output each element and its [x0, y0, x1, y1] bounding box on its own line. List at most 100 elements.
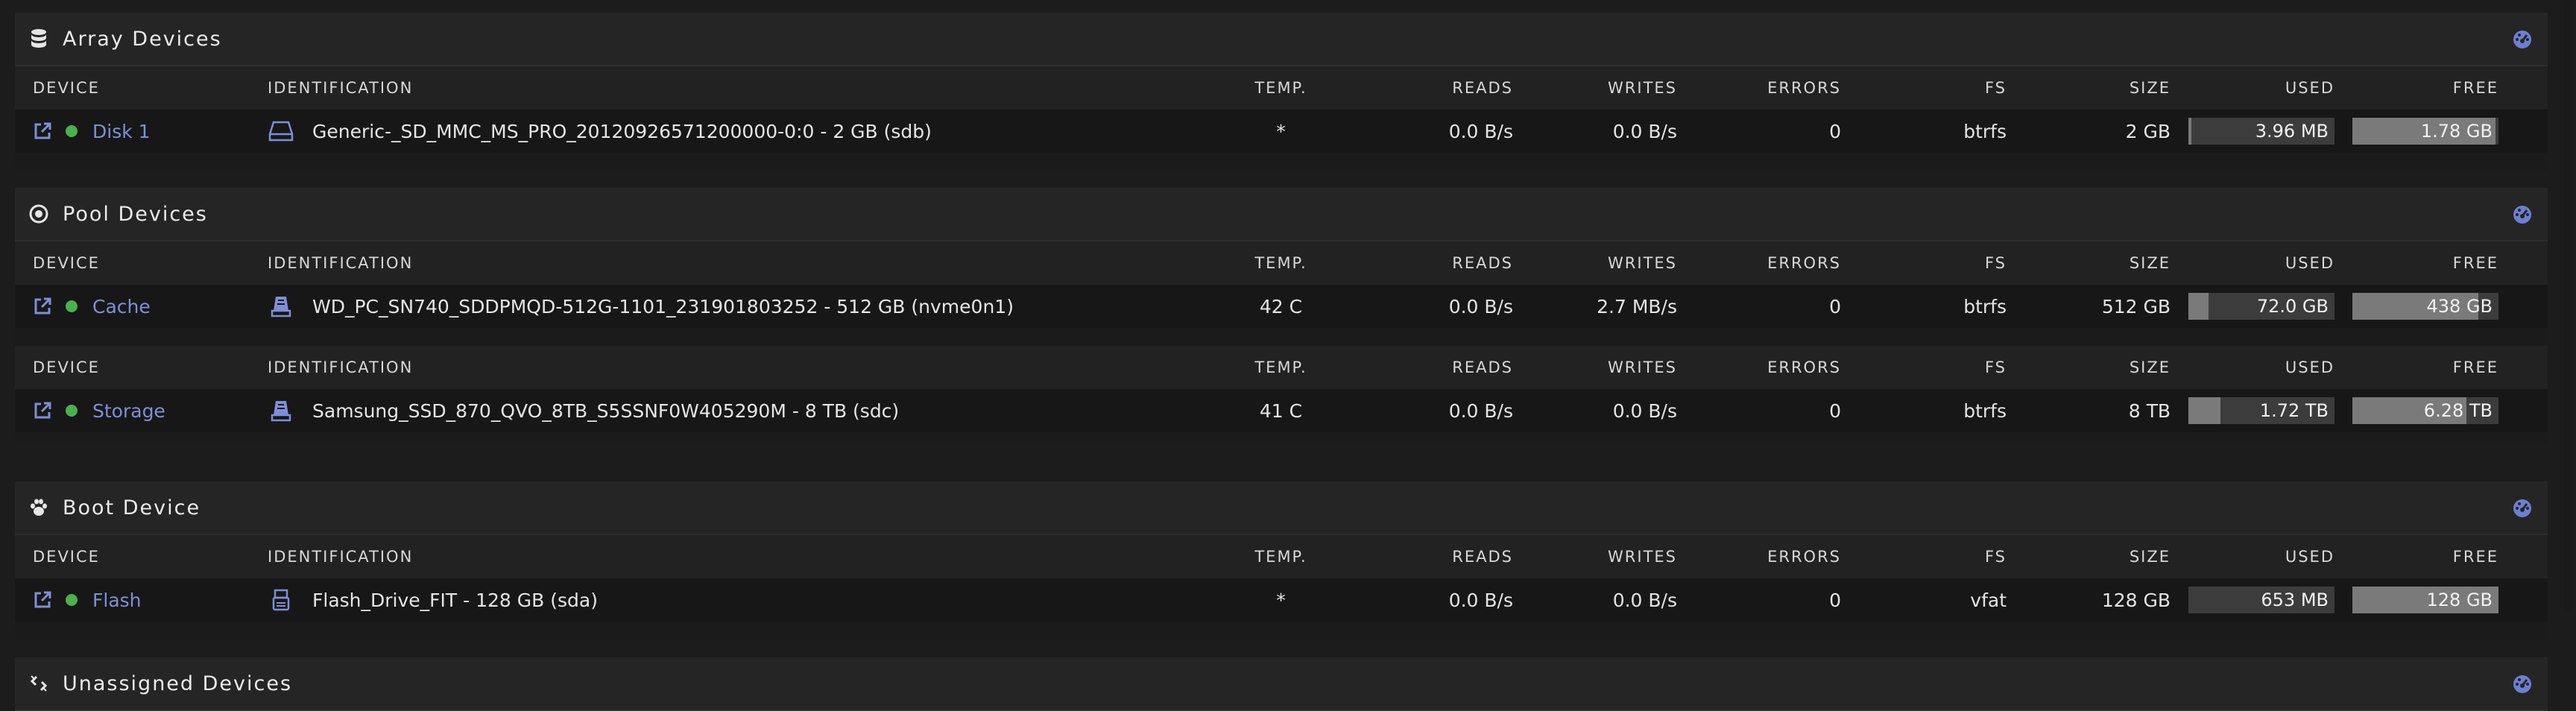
- column-headers: DEVICE IDENTIFICATION TEMP. READS WRITES…: [15, 346, 2548, 389]
- ssd-icon: [268, 294, 294, 318]
- device-identification: Generic-_SD_MMC_MS_PRO_20120926571200000…: [312, 120, 932, 142]
- col-free: FREE: [2452, 79, 2498, 97]
- device-fs: btrfs: [1963, 295, 2007, 317]
- boot-device-panel: Boot Device DEVICE IDENTIFICATION TEMP. …: [15, 481, 2548, 639]
- col-device: DEVICE: [33, 548, 100, 566]
- device-row: Storage Samsung_SSD_870_QVO_8TB_S5SSNF0W…: [15, 389, 2548, 432]
- col-used: USED: [2285, 358, 2334, 376]
- device-row: Disk 1 Generic-_SD_MMC_MS_PRO_2012092657…: [15, 110, 2548, 153]
- col-reads: READS: [1452, 79, 1513, 97]
- col-errors: ERRORS: [1767, 548, 1841, 566]
- device-errors: 0: [1829, 120, 1841, 142]
- device-writes: 0.0 B/s: [1612, 120, 1677, 142]
- col-size: SIZE: [2129, 358, 2171, 376]
- external-link-icon[interactable]: [33, 121, 52, 141]
- free-value: 1.78 GB: [2420, 121, 2493, 142]
- device-writes: 0.0 B/s: [1612, 399, 1677, 422]
- col-writes: WRITES: [1608, 254, 1677, 272]
- device-writes: 0.0 B/s: [1612, 589, 1677, 611]
- col-reads: READS: [1452, 254, 1513, 272]
- col-errors: ERRORS: [1767, 79, 1841, 97]
- device-temp: 41 C: [1259, 399, 1303, 422]
- device-size: 128 GB: [2101, 589, 2171, 611]
- col-free: FREE: [2452, 254, 2498, 272]
- col-used: USED: [2285, 548, 2334, 566]
- used-value: 72.0 GB: [2256, 296, 2329, 317]
- array-devices-header: Array Devices: [15, 13, 2548, 66]
- col-fs: FS: [1984, 358, 2007, 376]
- col-size: SIZE: [2129, 548, 2171, 566]
- col-identification: IDENTIFICATION: [268, 358, 414, 376]
- scrollbar[interactable]: [2561, 0, 2576, 695]
- device-link[interactable]: Storage: [92, 400, 165, 422]
- used-value: 1.72 TB: [2259, 400, 2329, 421]
- used-bar-fill: [2188, 293, 2209, 320]
- array-devices-panel: Array Devices DEVICE IDENTIFICATION TEMP…: [15, 13, 2548, 171]
- col-used: USED: [2285, 254, 2334, 272]
- device-temp: *: [1276, 589, 1286, 611]
- col-fs: FS: [1984, 254, 2007, 272]
- used-bar-fill: [2188, 397, 2221, 424]
- col-identification: IDENTIFICATION: [268, 548, 414, 566]
- panel-footer: [15, 153, 2548, 171]
- free-bar: 438 GB: [2352, 293, 2498, 320]
- col-device: DEVICE: [33, 79, 100, 97]
- free-bar: 6.28 TB: [2352, 397, 2498, 424]
- panel-title: Boot Device: [63, 496, 201, 519]
- device-errors: 0: [1829, 589, 1841, 611]
- col-identification: IDENTIFICATION: [268, 254, 414, 272]
- boot-device-header: Boot Device: [15, 481, 2548, 535]
- col-size: SIZE: [2129, 79, 2171, 97]
- unassigned-devices-panel: Unassigned Devices: [15, 657, 2548, 711]
- device-reads: 0.0 B/s: [1448, 589, 1513, 611]
- status-dot: [66, 125, 78, 137]
- pool-devices-panel: Pool Devices DEVICE IDENTIFICATION TEMP.…: [15, 188, 2548, 444]
- database-icon: [28, 28, 49, 49]
- panel-title: Unassigned Devices: [63, 672, 293, 695]
- free-value: 6.28 TB: [2423, 400, 2493, 421]
- usb-drive-icon: [268, 588, 294, 612]
- device-writes: 2.7 MB/s: [1597, 295, 1677, 317]
- col-reads: READS: [1452, 548, 1513, 566]
- device-size: 8 TB: [2128, 399, 2171, 422]
- disks-page: Array Devices DEVICE IDENTIFICATION TEMP…: [0, 0, 2576, 711]
- device-reads: 0.0 B/s: [1448, 295, 1513, 317]
- device-link[interactable]: Cache: [92, 296, 151, 317]
- dashboard-icon[interactable]: [2512, 204, 2533, 225]
- device-errors: 0: [1829, 399, 1841, 422]
- device-row: Flash Flash_Drive_FIT - 128 GB (sda) * 0…: [15, 578, 2548, 622]
- free-bar: 128 GB: [2352, 587, 2498, 613]
- device-fs: btrfs: [1963, 399, 2007, 422]
- scrollbar-thumb[interactable]: [2564, 0, 2573, 611]
- used-value: 3.96 MB: [2255, 121, 2329, 142]
- status-dot: [66, 594, 78, 606]
- column-headers: DEVICE IDENTIFICATION TEMP. READS WRITES…: [15, 535, 2548, 578]
- status-dot: [66, 405, 78, 417]
- panel-footer: [15, 622, 2548, 639]
- panel-title: Array Devices: [63, 27, 222, 51]
- dashboard-icon[interactable]: [2512, 674, 2533, 695]
- external-link-icon[interactable]: [33, 401, 52, 420]
- col-temp: TEMP.: [1254, 358, 1307, 376]
- col-errors: ERRORS: [1767, 254, 1841, 272]
- external-link-icon[interactable]: [33, 297, 52, 316]
- device-row: Cache WD_PC_SN740_SDDPMQD-512G-1101_2319…: [15, 285, 2548, 328]
- target-icon: [28, 203, 49, 224]
- col-identification: IDENTIFICATION: [268, 79, 414, 97]
- device-link[interactable]: Disk 1: [92, 121, 151, 142]
- used-bar: 1.72 TB: [2188, 397, 2334, 424]
- device-link[interactable]: Flash: [92, 590, 142, 611]
- device-fs: vfat: [1970, 589, 2007, 611]
- col-used: USED: [2285, 79, 2334, 97]
- used-bar: 653 MB: [2188, 587, 2334, 613]
- col-free: FREE: [2452, 358, 2498, 376]
- used-bar-fill: [2188, 118, 2191, 145]
- dashboard-icon[interactable]: [2512, 498, 2533, 519]
- dashboard-icon[interactable]: [2512, 29, 2533, 50]
- device-fs: btrfs: [1963, 120, 2007, 142]
- row-gap: [15, 328, 2548, 346]
- col-writes: WRITES: [1608, 79, 1677, 97]
- external-link-icon[interactable]: [33, 590, 52, 610]
- col-fs: FS: [1984, 79, 2007, 97]
- device-temp: *: [1276, 120, 1286, 142]
